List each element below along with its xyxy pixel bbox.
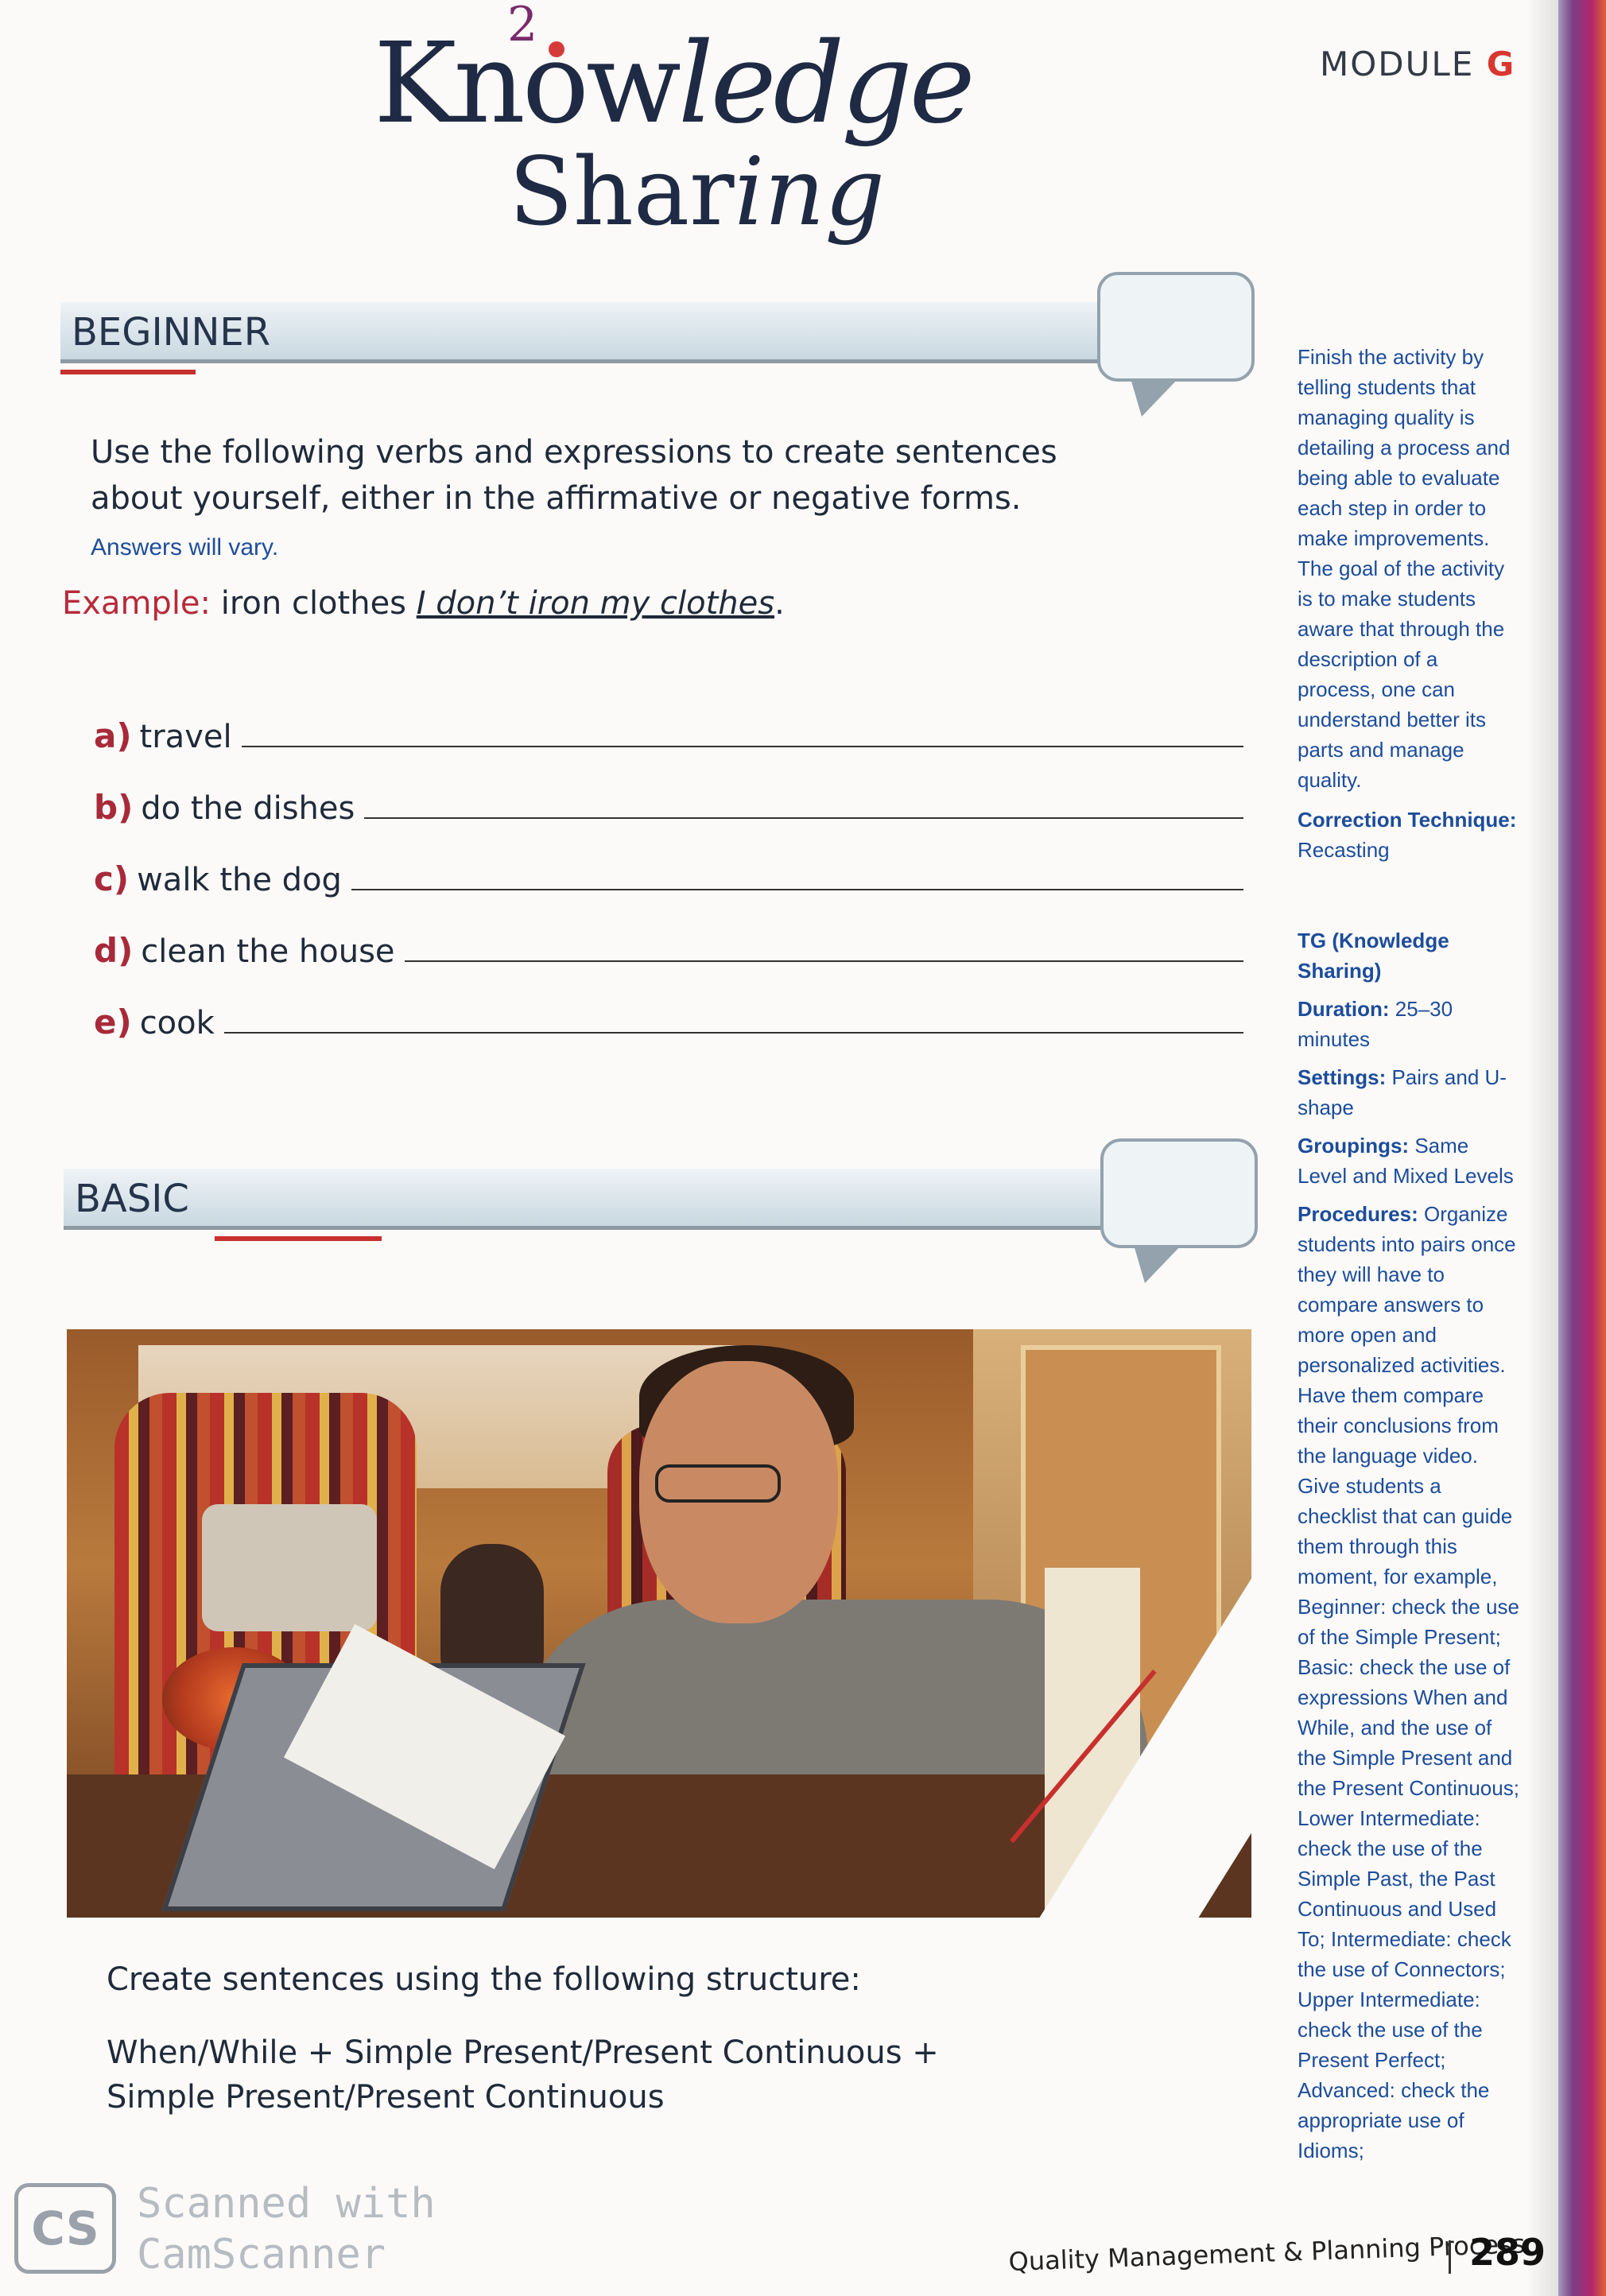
teacher-note-intro: Finish the activity by telling students …: [1298, 345, 1517, 862]
speech-bubble-icon: [1097, 272, 1255, 417]
example-prompt: iron clothes: [220, 585, 407, 622]
teacher-guide-notes: TG (Knowledge Sharing) Duration: 25–30 m…: [1298, 925, 1520, 2166]
book-edge: [1558, 0, 1606, 2296]
beginner-instruction: Use the following verbs and expressions …: [91, 434, 1057, 560]
answer-item-a: a) travel: [94, 708, 1243, 755]
answer-line[interactable]: [404, 960, 1243, 962]
camscanner-watermark: Scanned with CamScanner: [137, 2180, 436, 2279]
answer-item-b: b) do the dishes: [94, 779, 1243, 827]
knowledge-sharing-logo: 2 Knowledge Sharing: [374, 0, 976, 286]
photo-man-reading-at-table: [67, 1329, 1251, 1918]
basic-instruction: Create sentences using the following str…: [107, 1961, 861, 1998]
logo-word-sharing: Sharing: [509, 137, 885, 246]
page-gutter-shadow: [1526, 0, 1558, 2296]
answer-line[interactable]: [223, 1032, 1243, 1034]
example-label: Example:: [62, 585, 211, 622]
module-label: MODULE G: [1320, 45, 1516, 83]
speech-bubble-icon: [1100, 1138, 1258, 1283]
beginner-section-bar: BEGINNER: [60, 272, 1255, 417]
camscanner-logo: CS: [14, 2183, 116, 2274]
structure-line-1: When/While + Simple Present/Present Cont…: [107, 2034, 939, 2071]
page-number: 289: [1469, 2231, 1546, 2274]
answer-item-e: e) cook: [94, 994, 1243, 1041]
module-letter: G: [1486, 45, 1516, 83]
answers-note: Answers will vary.: [91, 534, 279, 560]
basic-title: BASIC: [75, 1177, 189, 1221]
structure-line-2: Simple Present/Present Continuous: [107, 2079, 665, 2116]
tg-title: TG (Knowledge Sharing): [1298, 929, 1449, 983]
answer-item-c: c) walk the dog: [94, 851, 1243, 898]
correction-label: Correction Technique:: [1298, 808, 1517, 832]
logo-word-knowledge: Knowledge: [374, 19, 976, 149]
example-answer: I don’t iron my clothes: [416, 585, 775, 622]
answer-line[interactable]: [351, 889, 1243, 890]
example-line: Example: iron clothes I don’t iron my cl…: [62, 585, 785, 622]
footer-separator: [1449, 2240, 1451, 2274]
answer-line[interactable]: [241, 746, 1243, 747]
basic-section-bar: BASIC: [64, 1138, 1258, 1283]
answer-line[interactable]: [364, 817, 1243, 819]
beginner-title: BEGINNER: [72, 310, 271, 355]
answer-item-d: d) clean the house: [94, 922, 1243, 970]
correction-value: Recasting: [1298, 838, 1390, 862]
